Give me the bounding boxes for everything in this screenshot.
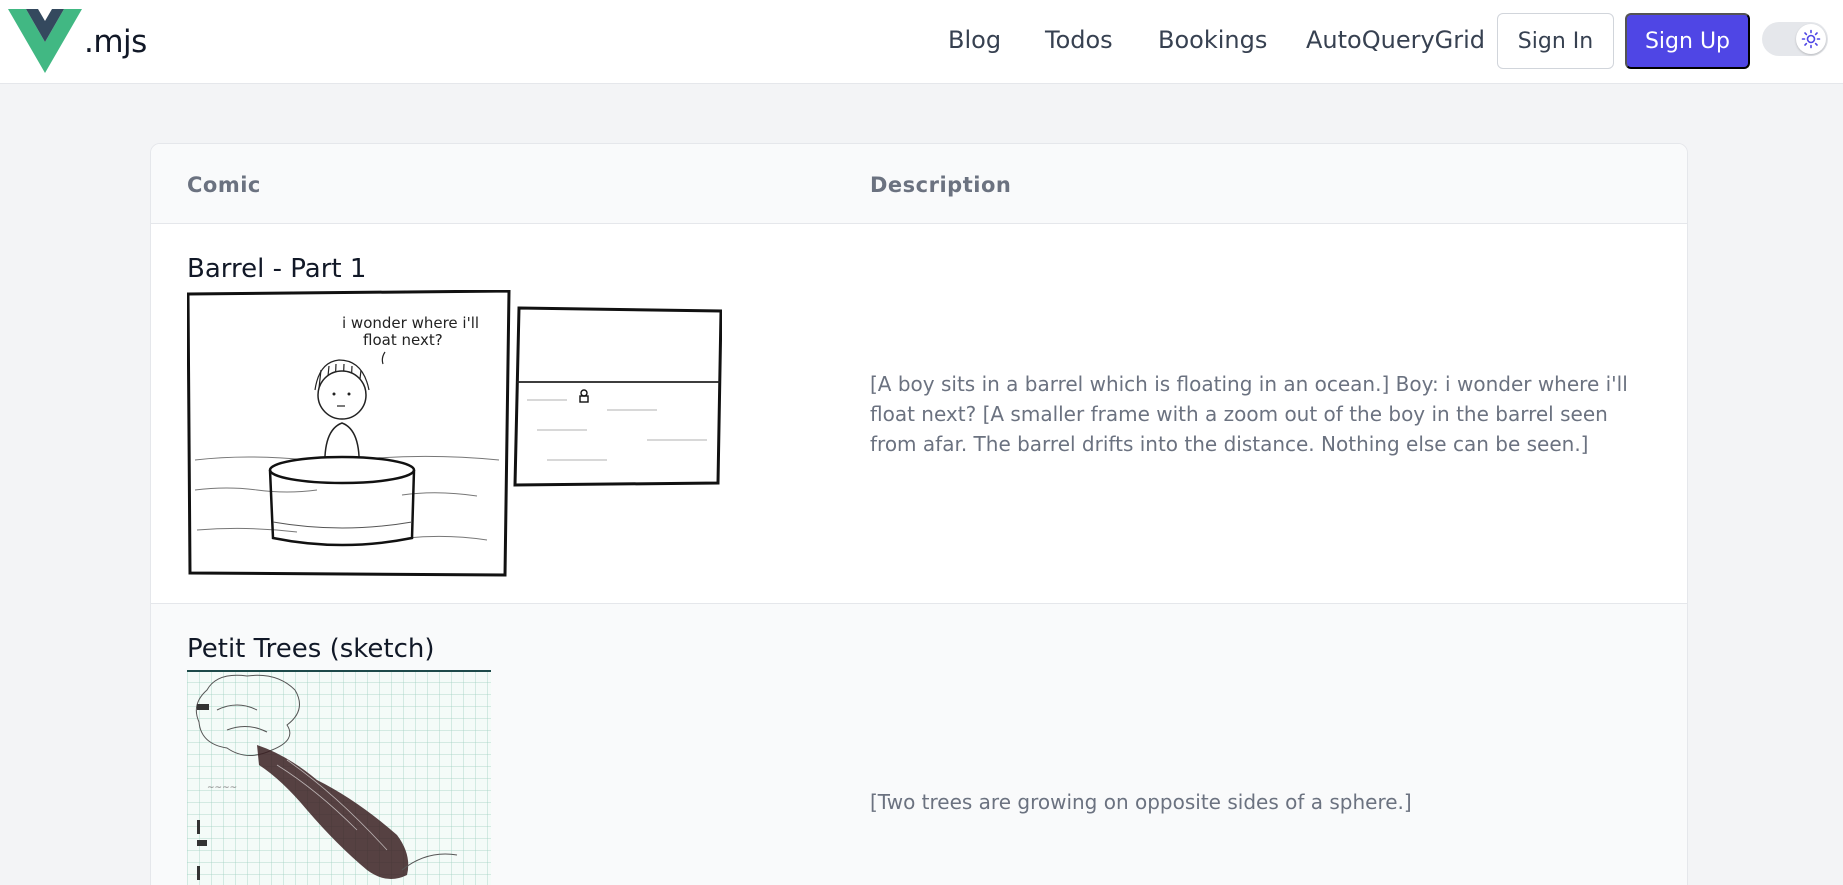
sign-in-button[interactable]: Sign In [1497,13,1614,69]
column-header-comic[interactable]: Comic [187,173,261,197]
toggle-knob [1796,24,1826,54]
vue-logo-icon [8,9,82,73]
table-header: Comic Description [151,144,1687,224]
top-navbar: .mjs Blog Todos Bookings AutoQueryGrid S… [0,0,1843,84]
comic-image-barrel: i wonder where i'll float next? [187,290,722,580]
logo-text: .mjs [84,24,147,60]
dark-mode-toggle[interactable] [1762,22,1828,56]
comic-title: Barrel - Part 1 [187,254,367,284]
sun-icon [1801,29,1821,49]
svg-text:~~~~: ~~~~ [207,783,237,793]
nav-link-todos[interactable]: Todos [1045,26,1113,54]
speech-line-2: float next? [363,331,443,349]
site-logo[interactable]: .mjs [8,9,147,73]
nav-link-bookings[interactable]: Bookings [1158,26,1267,54]
speech-line-1: i wonder where i'll [342,314,479,332]
comic-title: Petit Trees (sketch) [187,634,435,664]
column-header-description[interactable]: Description [870,173,1011,197]
sign-up-button[interactable]: Sign Up [1625,13,1750,69]
table-row[interactable]: Petit Trees (sketch) ~~~~ [Two trees are… [151,604,1687,885]
comic-image-petit-trees: ~~~~ [187,670,491,885]
nav-link-autoquerygrid[interactable]: AutoQueryGrid [1306,26,1485,54]
comic-description: [Two trees are growing on opposite sides… [870,790,1412,814]
comic-description: [A boy sits in a barrel which is floatin… [870,372,1628,456]
comics-table: Comic Description Barrel - Part 1 i wond… [150,143,1688,885]
table-row[interactable]: Barrel - Part 1 i wonder where i'll floa… [151,224,1687,604]
nav-link-blog[interactable]: Blog [948,26,1001,54]
